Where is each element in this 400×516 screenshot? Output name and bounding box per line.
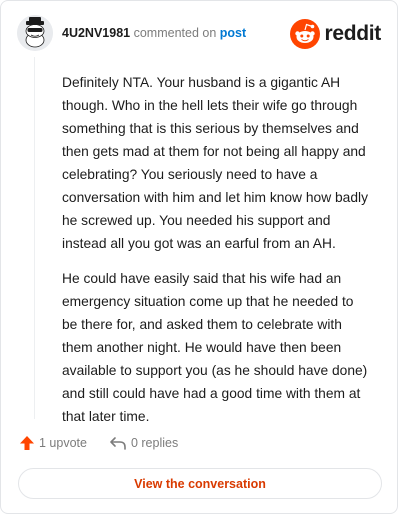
- upvote-arrow-icon: [20, 436, 34, 450]
- upvote-count: 1 upvote: [39, 436, 87, 450]
- commented-on-text: commented on: [133, 26, 217, 40]
- post-link[interactable]: post: [220, 26, 246, 40]
- comment-body: Definitely NTA. Your husband is a gigant…: [62, 71, 372, 440]
- upvote-button[interactable]: 1 upvote: [19, 435, 87, 451]
- thread-line: [34, 57, 35, 419]
- username-link[interactable]: 4U2NV1981: [62, 26, 130, 40]
- comment-paragraph: He could have easily said that his wife …: [62, 271, 368, 424]
- view-conversation-button[interactable]: View the conversation: [18, 468, 382, 499]
- comment-paragraph: Definitely NTA. Your husband is a gigant…: [62, 75, 368, 251]
- reddit-snoo-icon: [290, 19, 321, 49]
- replies-count: 0 replies: [130, 436, 179, 450]
- comment-byline: 4U2NV1981 commented on post: [62, 26, 246, 40]
- reddit-wordmark: reddit: [324, 22, 381, 45]
- comment-actions: 1 upvote 0 replies: [19, 433, 178, 453]
- reply-arrow-icon: [110, 437, 126, 450]
- replies-button[interactable]: 0 replies: [109, 435, 178, 451]
- user-avatar[interactable]: [17, 15, 53, 51]
- comment-header: 4U2NV1981 commented on post reddit: [17, 15, 383, 55]
- comment-card: 4U2NV1981 commented on post reddit Defin…: [0, 0, 398, 514]
- snoo-avatar-icon: [17, 15, 53, 51]
- reddit-logo[interactable]: reddit: [290, 19, 381, 49]
